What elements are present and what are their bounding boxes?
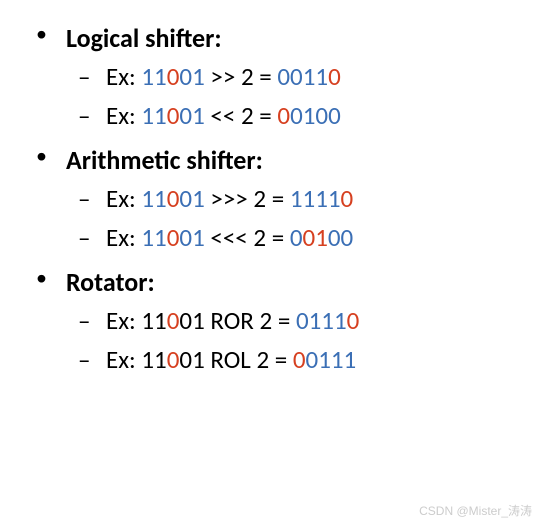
ex-body: 11001 ROR 2 = 01110: [141, 305, 359, 336]
example-row: Ex: 11001 ROR 2 = 01110: [66, 302, 512, 341]
ex-label: Ex:: [106, 100, 141, 131]
heading-logical: Logical shifter:: [66, 20, 512, 56]
ex-label: Ex:: [106, 222, 141, 253]
ex-body: 11001 <<< 2 = 00100: [141, 222, 353, 253]
examples-rotator: Ex: 11001 ROR 2 = 01110 Ex: 11001 ROL 2 …: [66, 302, 512, 380]
watermark: CSDN @Mister_涛涛: [419, 502, 532, 519]
ex-body: 11001 ROL 2 = 00111: [141, 344, 356, 375]
example-row: Ex: 11001 >> 2 = 00110: [66, 58, 512, 97]
ex-label: Ex:: [106, 305, 141, 336]
example-row: Ex: 11001 << 2 = 00100: [66, 97, 512, 136]
section-arithmetic: Arithmetic shifter: Ex: 11001 >>> 2 = 11…: [30, 142, 512, 258]
shifter-list: Logical shifter: Ex: 11001 >> 2 = 00110 …: [30, 20, 512, 380]
section-logical: Logical shifter: Ex: 11001 >> 2 = 00110 …: [30, 20, 512, 136]
section-rotator: Rotator: Ex: 11001 ROR 2 = 01110 Ex: 110…: [30, 264, 512, 380]
ex-body: 11001 << 2 = 00100: [141, 100, 340, 131]
ex-body: 11001 >>> 2 = 11110: [141, 183, 353, 214]
ex-label: Ex:: [106, 344, 141, 375]
examples-arithmetic: Ex: 11001 >>> 2 = 11110 Ex: 11001 <<< 2 …: [66, 180, 512, 258]
heading-arithmetic: Arithmetic shifter:: [66, 142, 512, 178]
example-row: Ex: 11001 <<< 2 = 00100: [66, 219, 512, 258]
example-row: Ex: 11001 >>> 2 = 11110: [66, 180, 512, 219]
examples-logical: Ex: 11001 >> 2 = 00110 Ex: 11001 << 2 = …: [66, 58, 512, 136]
heading-rotator: Rotator:: [66, 264, 512, 300]
example-row: Ex: 11001 ROL 2 = 00111: [66, 341, 512, 380]
ex-label: Ex:: [106, 61, 141, 92]
ex-label: Ex:: [106, 183, 141, 214]
ex-body: 11001 >> 2 = 00110: [141, 61, 340, 92]
